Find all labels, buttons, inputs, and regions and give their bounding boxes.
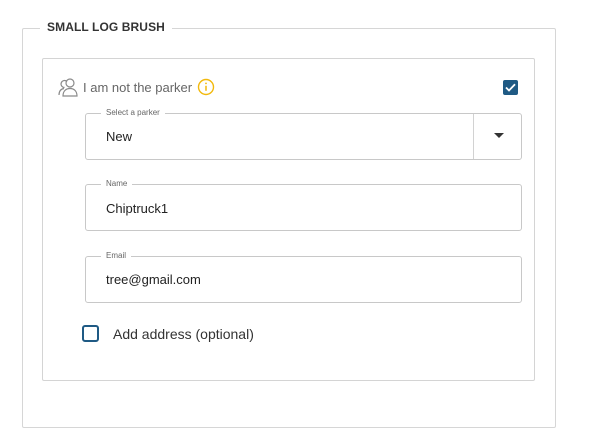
select-parker-field[interactable]: Select a parker New [85, 108, 522, 160]
add-address-checkbox[interactable] [82, 325, 99, 342]
info-icon[interactable] [197, 78, 215, 96]
email-value: tree@gmail.com [106, 272, 201, 287]
email-field[interactable]: Email tree@gmail.com [85, 251, 522, 303]
chevron-down-icon[interactable] [494, 133, 504, 138]
select-parker-value: New [106, 129, 133, 144]
section-title: SMALL LOG BRUSH [40, 20, 172, 34]
not-parker-label: I am not the parker [83, 79, 193, 95]
not-parker-row: I am not the parker [57, 76, 215, 98]
name-field[interactable]: Name Chiptruck1 [85, 179, 522, 231]
select-parker-label: Select a parker [101, 108, 165, 118]
select-divider [473, 114, 474, 159]
not-parker-checkbox[interactable] [503, 80, 518, 95]
name-label: Name [101, 179, 133, 189]
name-value: Chiptruck1 [106, 201, 169, 216]
person-group-icon [57, 76, 79, 98]
checkmark-icon [505, 83, 516, 92]
email-label: Email [101, 251, 132, 261]
add-address-row: Add address (optional) [82, 325, 254, 342]
add-address-label[interactable]: Add address (optional) [113, 326, 254, 342]
